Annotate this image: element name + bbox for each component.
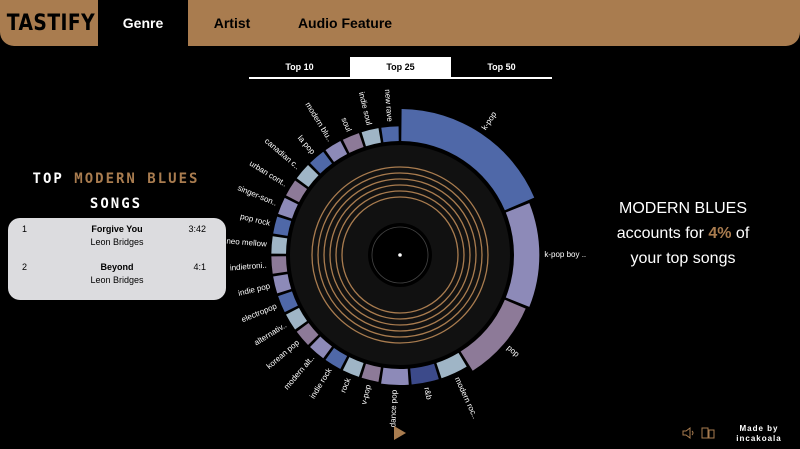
genre-slice-17[interactable] [278,197,298,219]
genre-label-0: k-pop [480,110,499,132]
genre-slice-4[interactable] [410,363,439,385]
genre-slice-23[interactable] [361,128,381,147]
genre-slice-13[interactable] [273,274,292,294]
genre-label-3: modern roc.. [453,376,480,421]
genre-slice-22[interactable] [342,133,364,153]
device-icon[interactable] [701,427,715,439]
genre-label-6: v-pop [359,383,373,405]
genre-slice-11[interactable] [286,307,308,330]
genre-label-1: k-pop boy .. [544,250,586,259]
genre-slice-24[interactable] [381,126,399,143]
genre-slice-5[interactable] [381,367,409,386]
genre-radial-chart: k-pop k-pop boy .. pop modern roc.. r&b dance… [226,89,586,427]
vinyl-record [290,145,510,365]
genre-label-11: alternativ.. [253,321,289,348]
genre-label-14: indietroni.. [230,261,268,273]
genre-slice-18[interactable] [286,180,308,203]
genre-slice-7[interactable] [342,357,364,377]
genre-slice-12[interactable] [278,291,298,313]
genre-label-17: singer-son.. [236,183,278,207]
genre-label-24: new rave [383,89,395,123]
genre-label-12: electropop [240,301,278,324]
genre-slice-16[interactable] [273,216,292,236]
genre-label-9: modern alt.. [282,353,316,391]
speaker-icon[interactable] [682,427,696,439]
genre-label-4: r&b [422,386,433,401]
genre-label-10: korean pop [265,338,302,371]
made-by-credit: Made by incakoala [724,424,794,444]
genre-label-18: urban cont.. [248,159,289,189]
genre-label-23: indie soul [357,91,374,126]
genre-label-16: pop rock [239,212,272,228]
made-by-author: incakoala [736,434,782,443]
genre-label-22: soul [339,116,353,133]
genre-label-13: indie pop [237,281,271,297]
genre-label-15: neo mellow [226,236,267,248]
genre-label-19: canadian c.. [263,136,302,171]
play-icon[interactable] [394,426,406,440]
genre-slice-14[interactable] [271,256,288,274]
genre-label-7: rock [339,376,353,394]
genre-slice-1[interactable] [505,203,540,307]
genre-slice-6[interactable] [361,363,381,382]
genre-slice-8[interactable] [325,347,348,369]
vinyl-spindle [398,253,402,257]
genre-label-21: modern blu.. [303,101,334,144]
made-by-label: Made by [739,424,779,433]
genre-slice-15[interactable] [271,236,288,254]
genre-label-5: dance pop [388,389,398,427]
genre-slice-21[interactable] [325,141,348,163]
genre-label-8: indie rock [308,366,334,401]
genre-label-20: la pop [296,134,317,157]
genre-label-2: pop [505,343,521,359]
